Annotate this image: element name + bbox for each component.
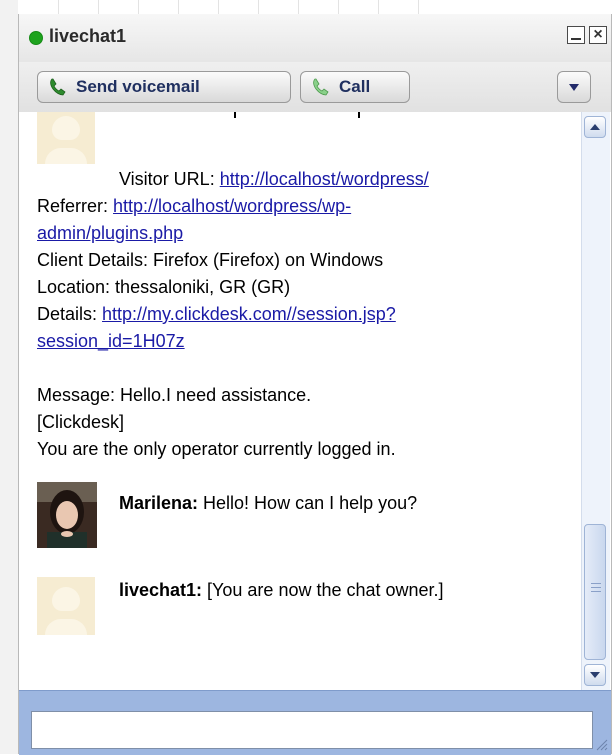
clickdesk-tag: [Clickdesk] (37, 412, 125, 432)
details-link-continued[interactable]: session_id=1H07z (37, 331, 185, 351)
agent-avatar (37, 577, 95, 635)
toolbar: Send voicemail Call (19, 62, 611, 112)
options-dropdown-button[interactable] (557, 71, 591, 103)
background-panel-left (0, 0, 19, 754)
window-title: livechat1 (49, 26, 127, 46)
chat-window: livechat1 × Send voicemail Call Visitor … (18, 14, 612, 755)
details-line: Details: http://my.clickdesk.com//sessio… (37, 303, 396, 326)
operator-avatar (37, 482, 97, 548)
chat-message: livechat1: [You are now the chat owner.] (119, 579, 444, 602)
details-line-2: session_id=1H07z (37, 330, 185, 353)
referrer-label: Referrer: (37, 196, 114, 216)
details-label: Details: (37, 304, 103, 324)
visitor-url-line: Visitor URL: http://localhost/wordpress/ (119, 168, 429, 191)
cut-off-text (358, 112, 360, 118)
title-bar[interactable]: livechat1 × (19, 14, 611, 63)
visitor-url-label: Visitor URL: (119, 169, 220, 189)
message-sender: Marilena: (119, 493, 199, 513)
location: Location: thessaloniki, GR (GR) (37, 277, 291, 297)
visitor-url-link[interactable]: http://localhost/wordpress/ (220, 169, 429, 189)
client-details: Client Details: Firefox (Firefox) on Win… (37, 250, 384, 270)
resize-grip-icon[interactable] (594, 737, 608, 751)
operator-note: You are the only operator currently logg… (37, 439, 396, 459)
scroll-up-button[interactable] (584, 116, 606, 138)
scrollbar-thumb[interactable] (584, 524, 606, 660)
minimize-button[interactable] (567, 26, 585, 44)
message-sender: livechat1: (119, 580, 203, 600)
cut-off-text (234, 112, 236, 118)
background-panel-top (18, 0, 419, 14)
input-area (19, 690, 611, 755)
referrer-link-continued[interactable]: admin/plugins.php (37, 223, 183, 243)
scroll-down-button[interactable] (584, 664, 606, 686)
call-label: Call (339, 77, 371, 96)
message-text: Hello! How can I help you? (198, 493, 418, 513)
close-button[interactable]: × (589, 26, 607, 44)
chevron-up-icon (590, 124, 600, 130)
message-text: [You are now the chat owner.] (202, 580, 444, 600)
chat-transcript[interactable]: Visitor URL: http://localhost/wordpress/… (19, 112, 611, 690)
phone-icon (50, 78, 66, 96)
chat-scrollbar[interactable] (581, 112, 610, 690)
details-link[interactable]: http://my.clickdesk.com//session.jsp? (102, 304, 396, 324)
call-button[interactable]: Call (300, 71, 410, 103)
referrer-link[interactable]: http://localhost/wordpress/wp- (113, 196, 351, 216)
visitor-message: Message: Hello.I need assistance. (37, 385, 312, 405)
chevron-down-icon (590, 672, 600, 678)
online-status-icon (29, 31, 43, 45)
send-voicemail-label: Send voicemail (76, 77, 200, 96)
send-voicemail-button[interactable]: Send voicemail (37, 71, 291, 103)
message-input[interactable] (31, 711, 593, 749)
visitor-avatar (37, 112, 95, 164)
referrer-line: Referrer: http://localhost/wordpress/wp- (37, 195, 351, 218)
chat-message: Marilena: Hello! How can I help you? (119, 492, 417, 515)
phone-icon (313, 78, 329, 96)
referrer-line-2: admin/plugins.php (37, 222, 183, 245)
chevron-down-icon (569, 83, 579, 91)
